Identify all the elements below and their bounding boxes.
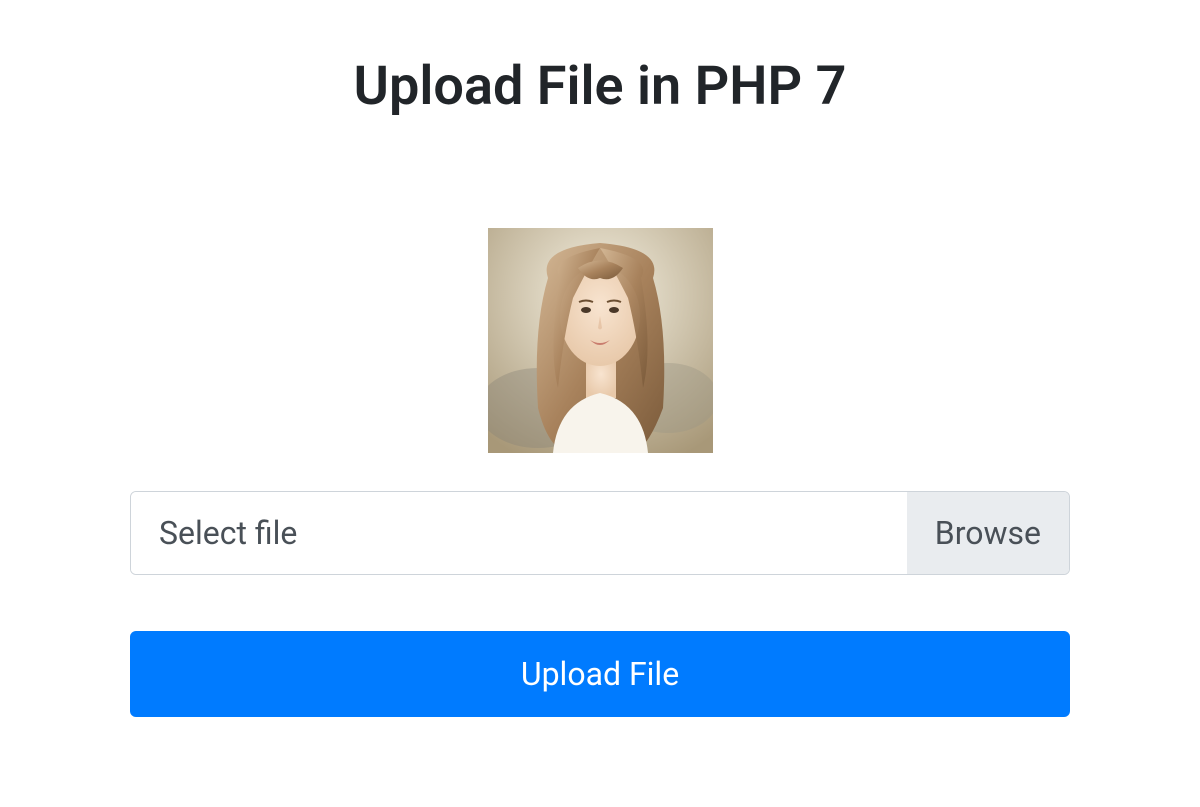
file-input-placeholder: Select file [131,492,907,574]
browse-button[interactable]: Browse [907,492,1069,574]
image-preview [488,228,713,453]
file-input-group[interactable]: Select file Browse [130,491,1070,575]
upload-button[interactable]: Upload File [130,631,1070,717]
page-title: Upload File in PHP 7 [354,55,847,118]
upload-form: Select file Browse Upload File [130,491,1070,717]
